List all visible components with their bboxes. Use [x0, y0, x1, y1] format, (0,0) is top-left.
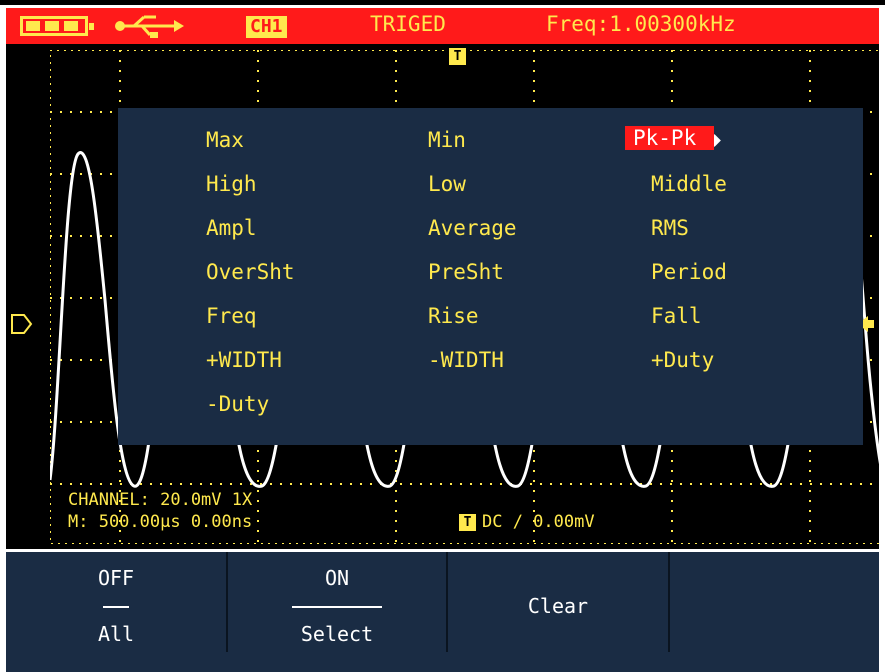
waveform-display: T Max Min Pk-Pk High Low Middle Ampl Ave… [6, 44, 879, 549]
softkey-divider [103, 606, 129, 608]
timebase-info: M: 500.00μs 0.00ns [68, 512, 253, 532]
menu-item-presht[interactable]: PreSht [428, 260, 504, 284]
menu-item-max[interactable]: Max [206, 128, 244, 152]
frequency-readout: Freq:1.00300kHz [546, 12, 736, 36]
softkey-select-state: ON [324, 566, 350, 590]
trigger-position-icon: T [449, 48, 466, 65]
menu-item-rms[interactable]: RMS [651, 216, 689, 240]
measure-menu: Max Min Pk-Pk High Low Middle Ampl Avera… [118, 108, 863, 445]
softkey-select[interactable]: ON Select [228, 552, 448, 652]
menu-item-fall[interactable]: Fall [651, 304, 702, 328]
usb-icon [115, 15, 184, 38]
softkey-divider [292, 606, 382, 608]
menu-item-oversht[interactable]: OverSht [206, 260, 295, 284]
menu-item-ampl[interactable]: Ampl [206, 216, 257, 240]
battery-icon [20, 16, 94, 36]
softkey-clear[interactable]: Clear [448, 552, 670, 652]
softkey-all-state: OFF [97, 566, 135, 590]
menu-item-pk-pk[interactable]: Pk-Pk [625, 126, 715, 150]
channel-badge: CH1 [246, 16, 287, 38]
softkey-bar: OFF All ON Select Clear [6, 552, 879, 672]
channel-info: CHANNEL: 20.0mV 1X [68, 490, 253, 510]
status-bar: CH1 TRIGED Freq:1.00300kHz [6, 8, 879, 44]
softkey-clear-label: Clear [527, 594, 589, 618]
menu-item-plus-duty[interactable]: +Duty [651, 348, 714, 372]
softkey-all-label: All [97, 622, 135, 646]
menu-item-average[interactable]: Average [428, 216, 517, 240]
menu-item-low[interactable]: Low [428, 172, 466, 196]
menu-item-minus-duty[interactable]: -Duty [206, 392, 269, 416]
trigger-state: TRIGED [370, 12, 446, 36]
menu-item-minus-width[interactable]: -WIDTH [428, 348, 504, 372]
trigger-info: DC ∕ 0.00mV [482, 512, 595, 532]
menu-item-middle[interactable]: Middle [651, 172, 727, 196]
channel-marker-icon [11, 314, 33, 334]
menu-item-period[interactable]: Period [651, 260, 727, 284]
menu-item-high[interactable]: High [206, 172, 257, 196]
trigger-icon: T [459, 514, 476, 531]
menu-item-freq[interactable]: Freq [206, 304, 257, 328]
menu-item-min[interactable]: Min [428, 128, 466, 152]
softkey-empty [670, 552, 879, 652]
softkey-all[interactable]: OFF All [6, 552, 228, 652]
menu-item-plus-width[interactable]: +WIDTH [206, 348, 282, 372]
softkey-select-label: Select [300, 622, 374, 646]
menu-item-rise[interactable]: Rise [428, 304, 479, 328]
top-border [0, 0, 885, 5]
